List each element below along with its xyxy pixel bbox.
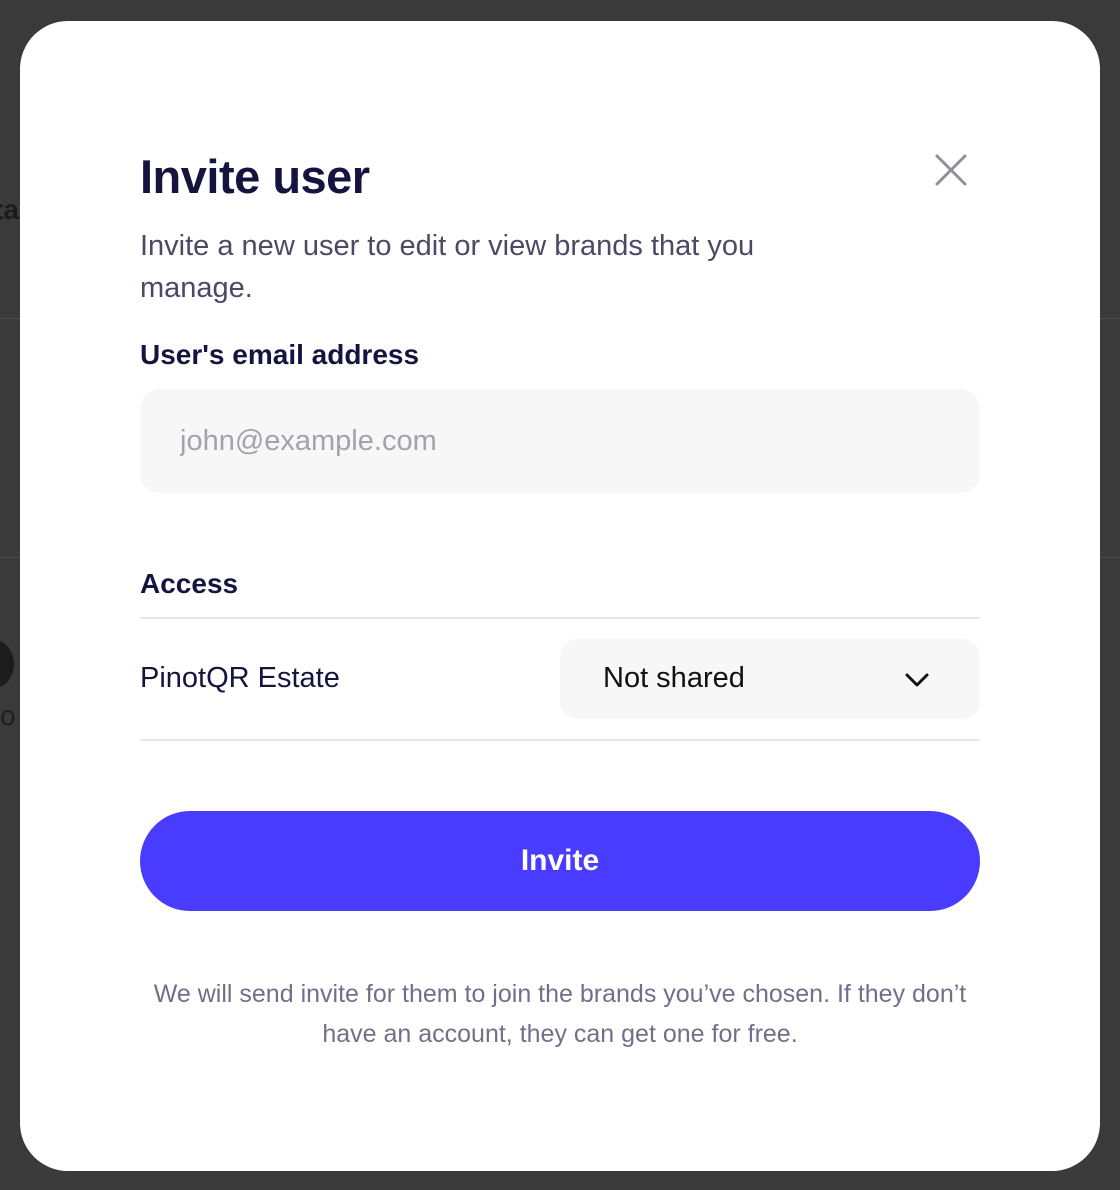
access-level-value: Not shared: [603, 662, 745, 694]
background-text-fragment: co: [0, 700, 16, 731]
background-text-fragment: ta: [0, 194, 19, 225]
chevron-down-icon: [905, 673, 929, 687]
access-section-label: Access: [140, 568, 239, 599]
email-field[interactable]: [140, 389, 980, 493]
access-bottom-divider: [140, 739, 980, 741]
background-divider: [1100, 318, 1120, 319]
access-top-divider: [140, 617, 980, 619]
invite-footer-note: We will send invite for them to join the…: [153, 980, 967, 1048]
close-icon: [935, 154, 967, 186]
invite-button[interactable]: Invite: [140, 811, 980, 911]
brand-name: PinotQR Estate: [140, 662, 340, 694]
modal-subtitle: Invite a new user to edit or view brands…: [140, 230, 755, 304]
background-avatar: [0, 640, 14, 688]
close-button[interactable]: [928, 147, 974, 193]
background-divider: [1100, 557, 1120, 558]
modal-title: Invite user: [140, 150, 370, 203]
background-divider: [0, 557, 20, 558]
background-divider: [0, 318, 20, 319]
access-level-select[interactable]: Not shared: [560, 639, 980, 719]
email-field-label: User's email address: [140, 339, 420, 370]
invite-user-modal: Invite user Invite a new user to edit or…: [20, 21, 1100, 1171]
